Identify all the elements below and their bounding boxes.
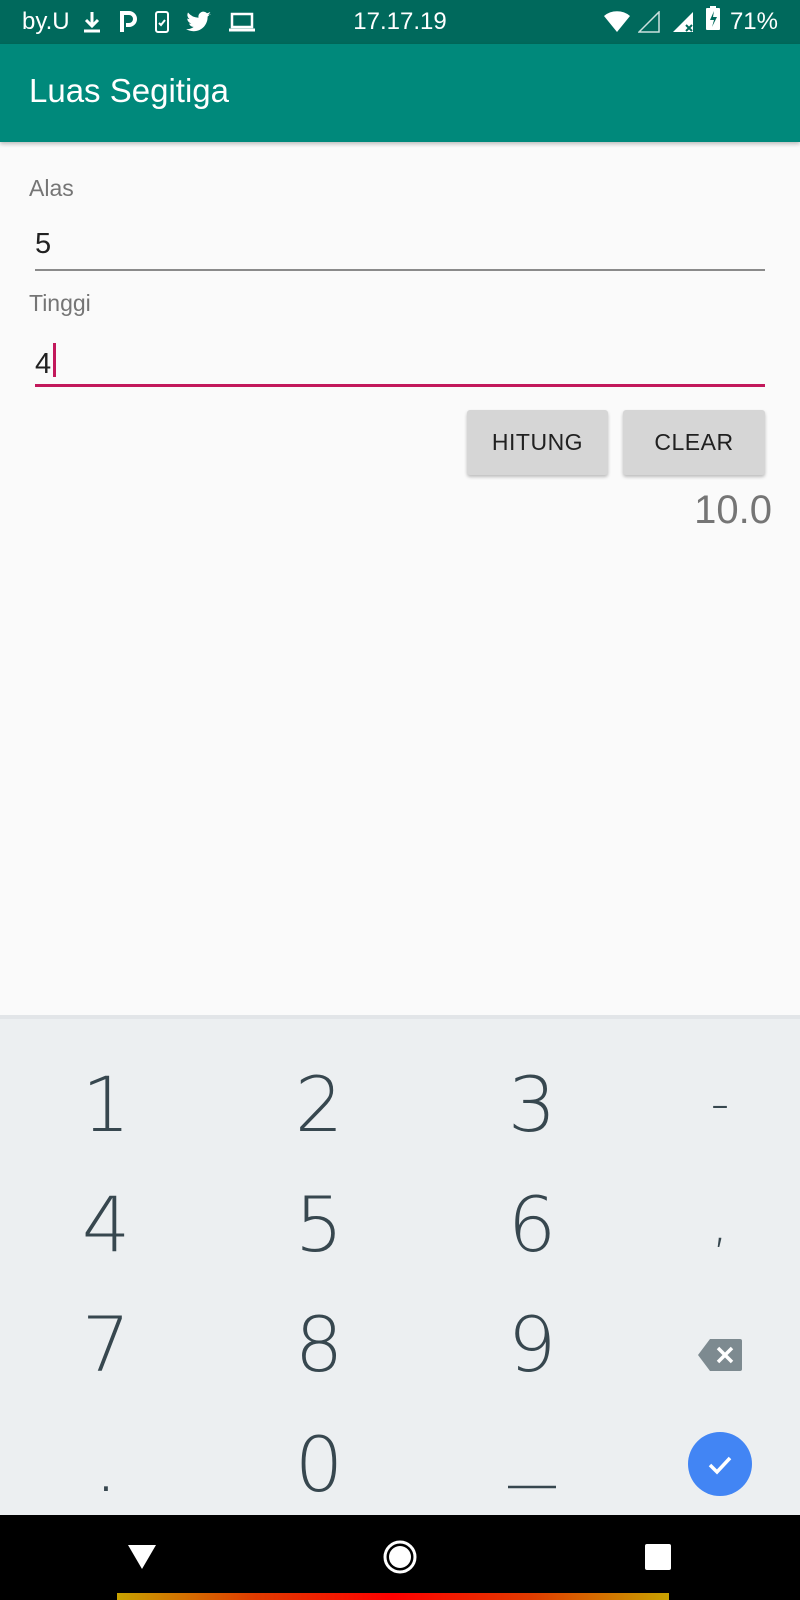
alas-label: Alas: [29, 175, 74, 201]
alas-underline: [35, 269, 765, 271]
key-2[interactable]: 2: [219, 1044, 419, 1164]
text-cursor: [53, 343, 57, 377]
space-icon: [506, 1420, 558, 1509]
status-bar: by.U 17.17.19 71%: [0, 0, 800, 44]
signal-empty-icon: [637, 9, 662, 33]
home-circle-icon: [383, 1540, 417, 1574]
clear-button[interactable]: CLEAR: [623, 410, 765, 475]
key-minus[interactable]: -: [620, 1044, 800, 1164]
key-3[interactable]: 3: [432, 1044, 632, 1164]
recents-button[interactable]: [638, 1537, 678, 1577]
key-8[interactable]: 8: [219, 1284, 419, 1404]
tinggi-label: Tinggi: [29, 290, 91, 316]
key-1[interactable]: 1: [6, 1044, 206, 1164]
tinggi-input[interactable]: 4: [35, 330, 765, 386]
alas-input[interactable]: 5: [35, 215, 765, 271]
key-6[interactable]: 6: [432, 1164, 632, 1284]
recents-square-icon: [645, 1544, 671, 1570]
hitung-button[interactable]: HITUNG: [467, 410, 608, 475]
key-7[interactable]: 7: [6, 1284, 206, 1404]
result-value: 10.0: [694, 488, 772, 532]
signal-icon: [672, 11, 696, 33]
battery-percent: 71%: [729, 7, 778, 35]
back-button[interactable]: [122, 1537, 162, 1577]
battery-charging-icon: [705, 6, 720, 37]
key-0[interactable]: 0: [219, 1404, 419, 1524]
key-9[interactable]: 9: [432, 1284, 632, 1404]
navigation-bar: [0, 1515, 800, 1600]
backspace-icon: [698, 1300, 742, 1389]
key-4[interactable]: 4: [6, 1164, 206, 1284]
key-comma[interactable]: ,: [620, 1164, 800, 1284]
app-title: Luas Segitiga: [29, 72, 229, 109]
tinggi-value: 4: [35, 348, 52, 380]
system-status-icons: 71%: [603, 6, 778, 37]
checkmark-icon: [708, 1456, 732, 1475]
bottom-color-strip: [117, 1593, 669, 1600]
home-button[interactable]: [380, 1537, 420, 1577]
key-period[interactable]: .: [6, 1404, 206, 1524]
key-done[interactable]: [620, 1404, 800, 1524]
key-backspace[interactable]: [620, 1284, 800, 1404]
app-bar: Luas Segitiga: [0, 44, 800, 142]
wifi-icon: [603, 10, 630, 33]
back-triangle-icon: [128, 1545, 156, 1569]
numeric-keyboard: 1 2 3 - 4 5 6 , 7 8 9 . 0: [0, 1015, 800, 1519]
tinggi-underline: [35, 384, 765, 387]
done-button[interactable]: [688, 1432, 752, 1496]
key-5[interactable]: 5: [219, 1164, 419, 1284]
key-space[interactable]: [432, 1404, 632, 1524]
alas-value: 5: [35, 228, 52, 260]
